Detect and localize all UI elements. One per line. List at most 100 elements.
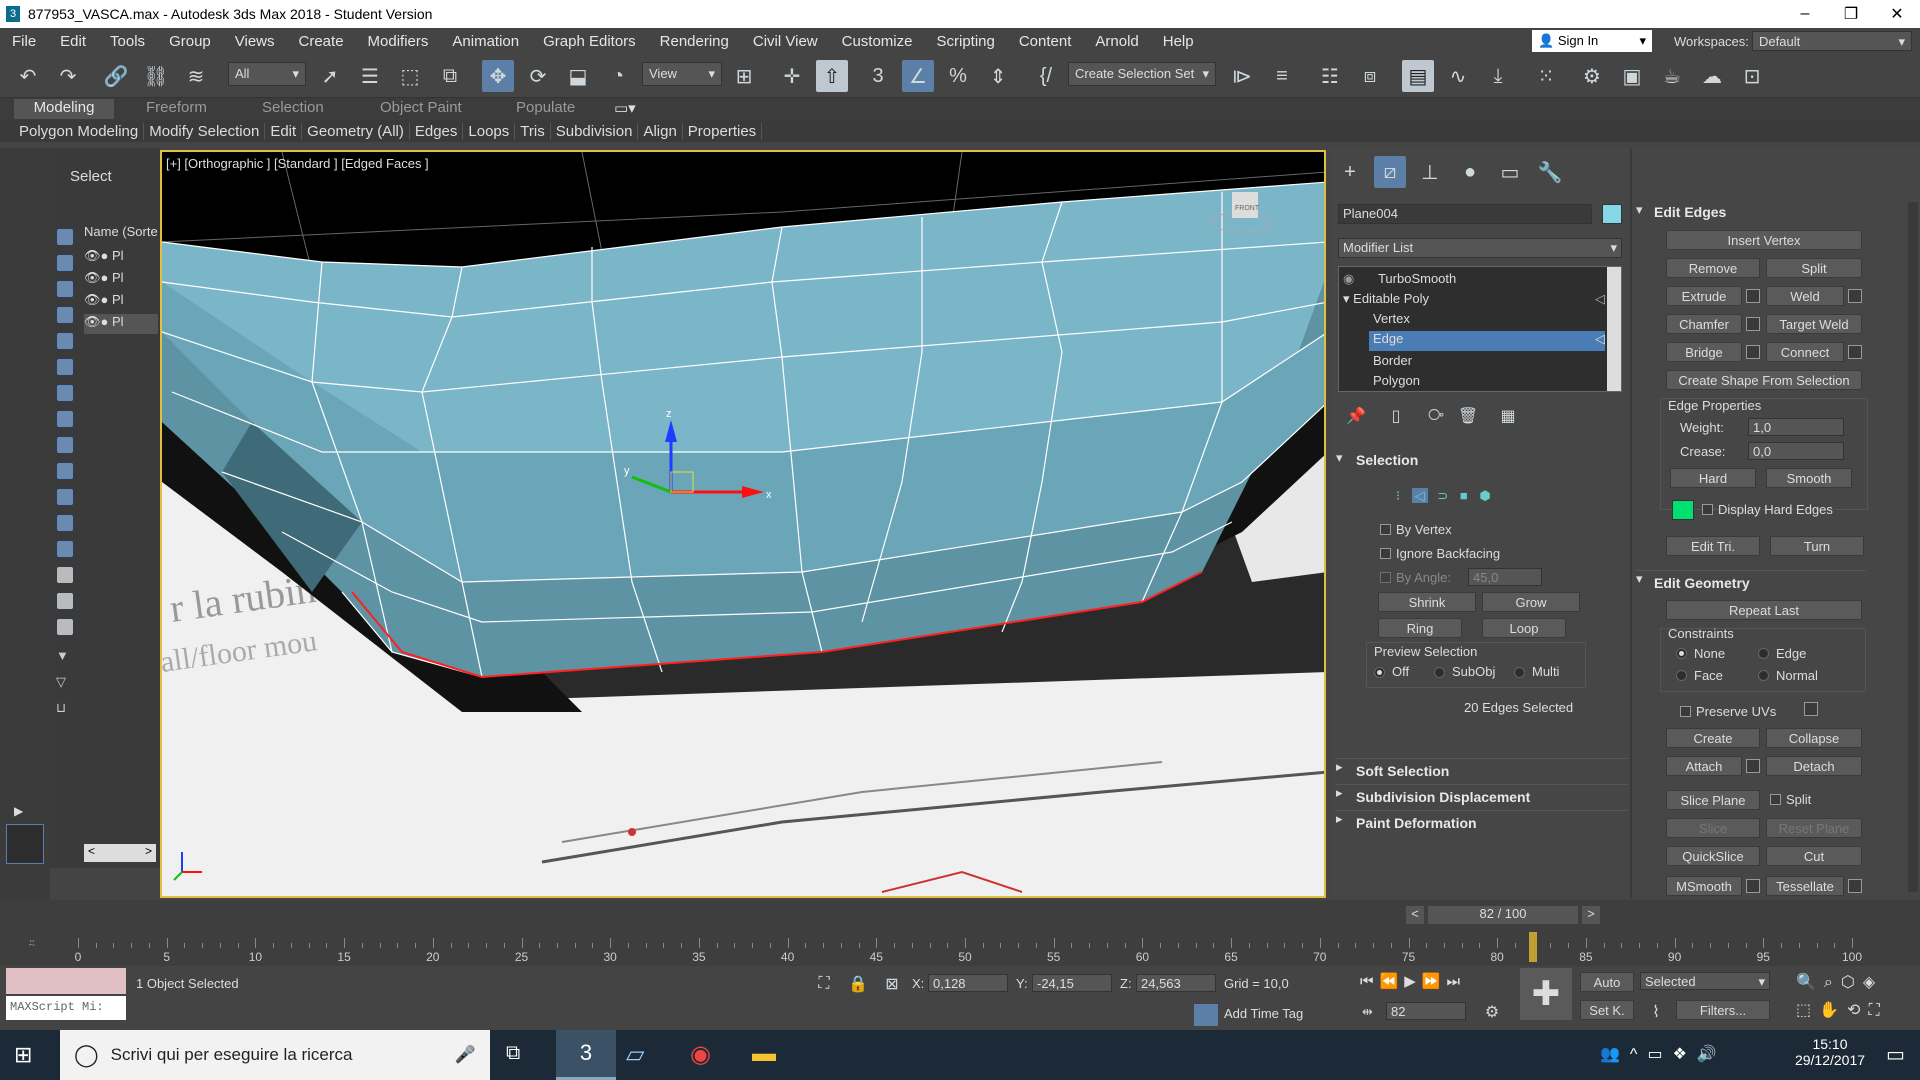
close-button[interactable]: ✕: [1874, 0, 1920, 28]
panel-edges[interactable]: Edges: [410, 122, 464, 140]
time-configuration-icon[interactable]: ⚙: [1476, 996, 1508, 1028]
material-editor-icon[interactable]: ⁙: [1530, 60, 1562, 92]
panel-polygon-modeling[interactable]: Polygon Modeling: [14, 122, 145, 140]
3dsmax-taskbar-icon[interactable]: 3: [556, 1030, 616, 1080]
display-bones-icon[interactable]: [56, 462, 74, 480]
split-button[interactable]: Split: [1766, 258, 1862, 278]
panel-edit[interactable]: Edit: [265, 122, 303, 140]
display-xrefs-icon[interactable]: [56, 436, 74, 454]
display-tab-icon[interactable]: ▭: [1494, 156, 1526, 188]
collapse-arrow-icon[interactable]: ▾: [1343, 291, 1350, 306]
render-in-cloud-icon[interactable]: ☁: [1696, 60, 1728, 92]
smooth-button[interactable]: Smooth: [1766, 468, 1852, 488]
menu-customize[interactable]: Customize: [830, 33, 925, 50]
grow-button[interactable]: Grow: [1482, 592, 1580, 612]
make-unique-icon[interactable]: ⧂: [1420, 400, 1452, 432]
preview-multi-radio[interactable]: [1514, 667, 1525, 678]
subdivision-displacement-rollout[interactable]: ▸ Subdivision Displacement: [1336, 784, 1628, 806]
chrome-icon[interactable]: ◉: [690, 1040, 711, 1069]
edge-mode-icon[interactable]: ◁: [1411, 488, 1428, 503]
go-to-end-icon[interactable]: ⏭: [1446, 973, 1466, 990]
tray-expand-icon[interactable]: ^: [1630, 1046, 1648, 1063]
maximize-viewport-icon[interactable]: ⛶: [1868, 1002, 1887, 1019]
detach-button[interactable]: Detach: [1766, 756, 1862, 776]
bind-spacewarp-icon[interactable]: ≋: [180, 60, 212, 92]
create-shape-button[interactable]: Create Shape From Selection: [1666, 370, 1862, 390]
stack-item-edge[interactable]: Edge ◁: [1369, 331, 1605, 351]
curve-editor-icon[interactable]: ∿: [1442, 60, 1474, 92]
toggle-layer-explorer-icon[interactable]: ⧈: [1354, 60, 1386, 92]
isolate-selection-icon[interactable]: ⛶: [808, 968, 840, 1000]
remove-modifier-icon[interactable]: 🗑: [1452, 400, 1484, 432]
configure-sets-icon[interactable]: ▦: [1492, 400, 1524, 432]
menu-help[interactable]: Help: [1151, 33, 1206, 50]
maxscript-listener-pink[interactable]: [6, 968, 126, 994]
dropbox-icon[interactable]: ❖: [1673, 1046, 1697, 1063]
snaps-toggle-icon[interactable]: 3: [862, 60, 894, 92]
zoom-extents-all-icon[interactable]: ◈: [1863, 974, 1883, 991]
stack-item-vertex[interactable]: Vertex: [1373, 311, 1603, 329]
track-bar[interactable]: 0 5 10 15 20 25 30 35 40 45 50 55 60 65 70 75 80 85 90 95 10…: [75, 932, 1862, 964]
reference-coord-dropdown[interactable]: View ▾: [642, 62, 722, 86]
menu-group[interactable]: Group: [157, 33, 223, 50]
panel-subdivision[interactable]: Subdivision: [551, 122, 639, 140]
preview-off-radio[interactable]: [1374, 667, 1385, 678]
panel-align[interactable]: Align: [638, 122, 683, 140]
extrude-settings-icon[interactable]: [1746, 289, 1760, 303]
menu-edit[interactable]: Edit: [48, 33, 98, 50]
select-and-rotate-icon[interactable]: ⟳: [522, 60, 554, 92]
vertex-mode-icon[interactable]: ⁝: [1396, 488, 1400, 503]
modifier-list-dropdown[interactable]: Modifier List ▾: [1338, 238, 1622, 258]
motion-tab-icon[interactable]: ●: [1454, 156, 1486, 188]
by-angle-checkbox[interactable]: [1380, 572, 1391, 583]
chamfer-settings-icon[interactable]: [1746, 317, 1760, 331]
mirror-icon[interactable]: ⧐: [1226, 60, 1258, 92]
display-frozen-icon[interactable]: [56, 514, 74, 532]
tessellate-settings-icon[interactable]: [1848, 879, 1862, 893]
bridge-settings-icon[interactable]: [1746, 345, 1760, 359]
named-selection-icon[interactable]: {/: [1030, 60, 1062, 92]
paint-deformation-rollout[interactable]: ▸ Paint Deformation: [1336, 810, 1628, 832]
weld-settings-icon[interactable]: [1848, 289, 1862, 303]
pivot-center-icon[interactable]: ⊞: [728, 60, 760, 92]
object-color-swatch[interactable]: [1602, 204, 1622, 224]
display-containers-icon[interactable]: [56, 488, 74, 506]
action-center-icon[interactable]: ▭: [1886, 1042, 1905, 1067]
show-end-result-icon[interactable]: ▯: [1380, 400, 1412, 432]
stack-item-border[interactable]: Border: [1373, 353, 1603, 371]
list-item[interactable]: 👁● Pl: [84, 314, 158, 334]
stack-item-editable-poly[interactable]: ▾ Editable Poly ◁: [1343, 291, 1605, 309]
zoom-extents-icon[interactable]: ⬡: [1841, 974, 1863, 991]
split-checkbox[interactable]: [1770, 794, 1781, 805]
display-cameras-icon[interactable]: [56, 332, 74, 350]
edit-tri-button[interactable]: Edit Tri.: [1666, 536, 1760, 556]
polygon-mode-icon[interactable]: ■: [1460, 488, 1468, 503]
hard-button[interactable]: Hard: [1670, 468, 1756, 488]
microphone-icon[interactable]: 🎤: [455, 1045, 476, 1065]
toggle-ribbon-icon[interactable]: ▤: [1402, 60, 1434, 92]
time-tag-icon[interactable]: [1194, 1004, 1218, 1026]
zoom-icon[interactable]: 🔍: [1796, 974, 1824, 991]
select-and-move-icon[interactable]: ✥: [482, 60, 514, 92]
panel-loops[interactable]: Loops: [463, 122, 516, 140]
display-spacewarps-icon[interactable]: [56, 384, 74, 402]
previous-frame-icon[interactable]: <: [1406, 906, 1424, 924]
horizontal-scrollbar[interactable]: < >: [84, 844, 156, 862]
select-children-icon[interactable]: ⊔: [56, 700, 74, 718]
display-geometry-icon[interactable]: [56, 254, 74, 272]
tab-populate[interactable]: Populate: [516, 99, 575, 119]
preserve-uvs-settings-icon[interactable]: [1804, 702, 1818, 716]
selection-rollout-header[interactable]: ▾ Selection: [1336, 450, 1628, 472]
panel-tris[interactable]: Tris: [515, 122, 551, 140]
turn-button[interactable]: Turn: [1770, 536, 1864, 556]
command-panel-scrollbar[interactable]: [1908, 202, 1918, 892]
crease-spinner[interactable]: 0,0: [1748, 442, 1844, 460]
display-all-icon[interactable]: [56, 566, 74, 584]
taskbar-search-box[interactable]: ◯ Scrivi qui per eseguire la ricerca 🎤: [60, 1030, 490, 1080]
angle-snap-icon[interactable]: ∠: [902, 60, 934, 92]
filter-icon[interactable]: ▼: [56, 648, 74, 666]
maximize-button[interactable]: ❐: [1828, 0, 1874, 28]
y-coordinate-field[interactable]: -24,15: [1032, 974, 1112, 992]
z-coordinate-field[interactable]: 24,563: [1136, 974, 1216, 992]
current-frame-marker[interactable]: [1528, 932, 1537, 962]
